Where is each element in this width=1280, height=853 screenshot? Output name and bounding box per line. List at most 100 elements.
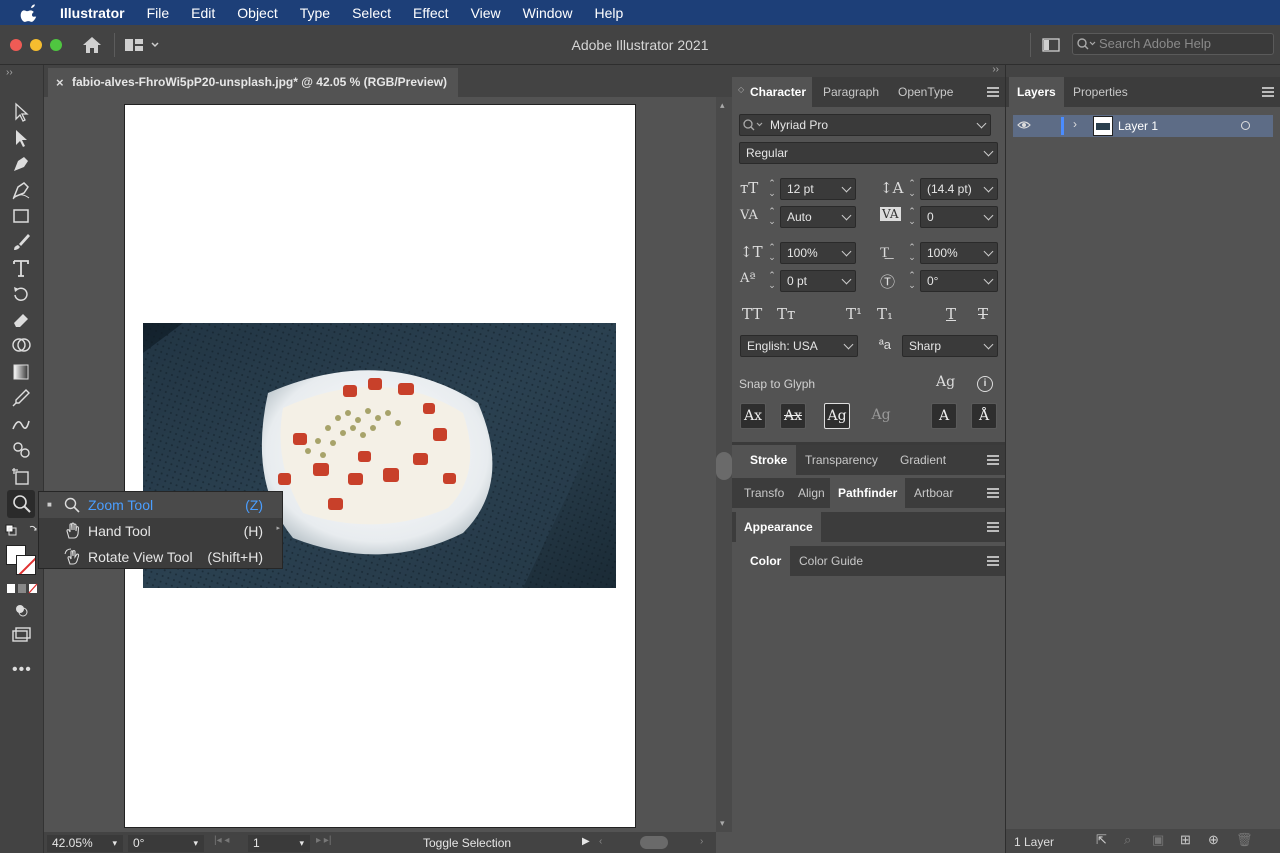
tracking-stepper[interactable]: ⌃ ⌄ <box>906 206 918 228</box>
font-size-stepper[interactable]: ⌃ ⌄ <box>766 178 778 200</box>
tracking-field[interactable]: 0 <box>920 206 998 228</box>
canvas-vertical-scrollbar[interactable]: ▴ ▾ <box>716 97 732 832</box>
snap-baseline-button[interactable]: Ax <box>740 403 766 429</box>
tab-stroke[interactable]: Stroke <box>732 445 796 475</box>
tab-appearance[interactable]: Appearance <box>736 512 821 542</box>
flyout-item-zoom-tool[interactable]: ■ Zoom Tool (Z) <box>39 492 282 518</box>
export-icon[interactable]: ⇱ <box>1096 832 1107 848</box>
underline-icon[interactable]: T <box>946 305 956 323</box>
stroke-swatch[interactable] <box>16 555 36 575</box>
scroll-up-icon[interactable]: ▴ <box>720 100 725 111</box>
subscript-icon[interactable]: T₁ <box>877 305 893 323</box>
eyedropper-tool-icon[interactable] <box>10 387 32 409</box>
expand-chevron-icon[interactable]: › <box>1073 117 1077 131</box>
curvature-tool-icon[interactable] <box>10 179 32 201</box>
collapse-toolbar-icon[interactable]: ›› <box>6 67 13 78</box>
apple-icon[interactable] <box>20 3 40 23</box>
document-tab[interactable]: × fabio-alves-FhroWi5pP20-unsplash.jpg* … <box>48 68 458 97</box>
panel-menu-icon[interactable] <box>1262 87 1274 97</box>
leading-field[interactable]: (14.4 pt) <box>920 178 998 200</box>
tab-color[interactable]: Color <box>732 546 790 576</box>
hscroll-left-icon[interactable]: ‹ <box>599 836 602 847</box>
font-style-field[interactable]: Regular <box>739 142 998 164</box>
tab-paragraph[interactable]: Paragraph <box>815 77 887 107</box>
status-text[interactable]: Toggle Selection <box>423 836 511 850</box>
panel-menu-icon[interactable] <box>987 556 999 566</box>
screen-mode-icon[interactable] <box>10 625 32 647</box>
hscroll-right-icon[interactable]: › <box>700 836 703 847</box>
panel-menu-icon[interactable] <box>987 488 999 498</box>
tab-opentype[interactable]: OpenType <box>890 77 961 107</box>
menu-help[interactable]: Help <box>594 5 623 21</box>
strikethrough-icon[interactable]: T <box>978 305 988 323</box>
artboard-nav-last-icon[interactable]: ▸ ▸| <box>316 835 331 846</box>
layer-row[interactable]: › Layer 1 <box>1013 115 1273 137</box>
menu-view[interactable]: View <box>471 5 501 21</box>
status-menu-icon[interactable]: ▶ <box>582 836 590 847</box>
kerning-stepper[interactable]: ⌃ ⌄ <box>766 206 778 228</box>
snap-proximity-guides-button[interactable]: Ag <box>868 403 894 429</box>
tab-properties[interactable]: Properties <box>1065 77 1136 107</box>
tab-gradient[interactable]: Gradient <box>892 445 954 475</box>
tab-transform[interactable]: Transfo <box>736 478 792 508</box>
panel-menu-icon[interactable] <box>987 455 999 465</box>
tab-layers[interactable]: Layers <box>1009 77 1064 107</box>
collapse-dock-icon[interactable]: ›› <box>992 64 999 75</box>
snap-glyph-bounds-button[interactable]: Ag <box>824 403 850 429</box>
pen-tool-icon[interactable] <box>10 153 32 175</box>
glyph-guides-icon[interactable]: Ag <box>936 374 955 390</box>
selection-tool-icon[interactable] <box>10 101 32 123</box>
tab-pathfinder[interactable]: Pathfinder <box>830 478 906 508</box>
artboard-number-field[interactable]: 1 ▾ <box>248 835 310 852</box>
shape-builder-tool-icon[interactable] <box>10 335 32 357</box>
character-rotation-stepper[interactable]: ⌃ ⌄ <box>906 270 918 292</box>
horizontal-scale-stepper[interactable]: ⌃ ⌄ <box>906 242 918 264</box>
locate-object-icon[interactable]: ⌕ <box>1124 832 1131 848</box>
vertical-scale-stepper[interactable]: ⌃ ⌄ <box>766 242 778 264</box>
vertical-scale-field[interactable]: 100% <box>780 242 856 264</box>
new-layer-icon[interactable]: ⊕ <box>1208 832 1219 848</box>
menu-file[interactable]: File <box>147 5 170 21</box>
type-tool-icon[interactable] <box>10 257 32 279</box>
new-sublayer-icon[interactable]: ⊞ <box>1180 832 1191 848</box>
default-colors-icon[interactable] <box>4 523 40 537</box>
more-tools-icon[interactable]: ••• <box>12 661 32 679</box>
panel-toggle-icon[interactable] <box>1042 38 1060 52</box>
small-caps-icon[interactable]: Tᴛ <box>777 305 795 323</box>
menu-type[interactable]: Type <box>300 5 330 21</box>
eraser-tool-icon[interactable] <box>10 309 32 331</box>
layer-name[interactable]: Layer 1 <box>1118 119 1158 133</box>
font-family-field[interactable]: Myriad Pro <box>739 114 991 136</box>
help-search-input[interactable]: Search Adobe Help <box>1072 33 1274 55</box>
symbol-sprayer-tool-icon[interactable] <box>10 439 32 461</box>
scroll-down-icon[interactable]: ▾ <box>720 818 725 829</box>
menu-object[interactable]: Object <box>237 5 277 21</box>
panel-menu-icon[interactable] <box>987 522 999 532</box>
paintbrush-tool-icon[interactable] <box>10 231 32 253</box>
tab-color-guide[interactable]: Color Guide <box>791 546 871 576</box>
close-tab-icon[interactable]: × <box>56 68 64 97</box>
baseline-shift-stepper[interactable]: ⌃ ⌄ <box>766 270 778 292</box>
clipping-mask-icon[interactable]: ▣ <box>1152 832 1164 848</box>
blend-tool-icon[interactable] <box>10 413 32 435</box>
artboard-nav-first-icon[interactable]: |◂ ◂ <box>214 835 229 846</box>
menu-select[interactable]: Select <box>352 5 391 21</box>
menu-edit[interactable]: Edit <box>191 5 215 21</box>
zoom-level-field[interactable]: 42.05% ▾ <box>47 835 123 852</box>
flyout-item-hand-tool[interactable]: Hand Tool (H) <box>39 518 282 544</box>
baseline-shift-field[interactable]: 0 pt <box>780 270 856 292</box>
eye-icon[interactable] <box>1017 120 1031 130</box>
gradient-tool-icon[interactable] <box>10 361 32 383</box>
direct-selection-tool-icon[interactable] <box>10 127 32 149</box>
menu-effect[interactable]: Effect <box>413 5 449 21</box>
tab-transparency[interactable]: Transparency <box>797 445 886 475</box>
color-mode-icons[interactable] <box>6 583 38 595</box>
hscroll-thumb[interactable] <box>640 836 668 849</box>
horizontal-scale-field[interactable]: 100% <box>920 242 998 264</box>
trash-icon[interactable]: 🗑 <box>1236 832 1253 848</box>
tab-align[interactable]: Align <box>790 478 833 508</box>
info-icon[interactable]: i <box>977 376 993 392</box>
canvas[interactable] <box>44 97 716 832</box>
flyout-item-rotate-view-tool[interactable]: Rotate View Tool (Shift+H) <box>39 544 282 570</box>
font-size-field[interactable]: 12 pt <box>780 178 856 200</box>
